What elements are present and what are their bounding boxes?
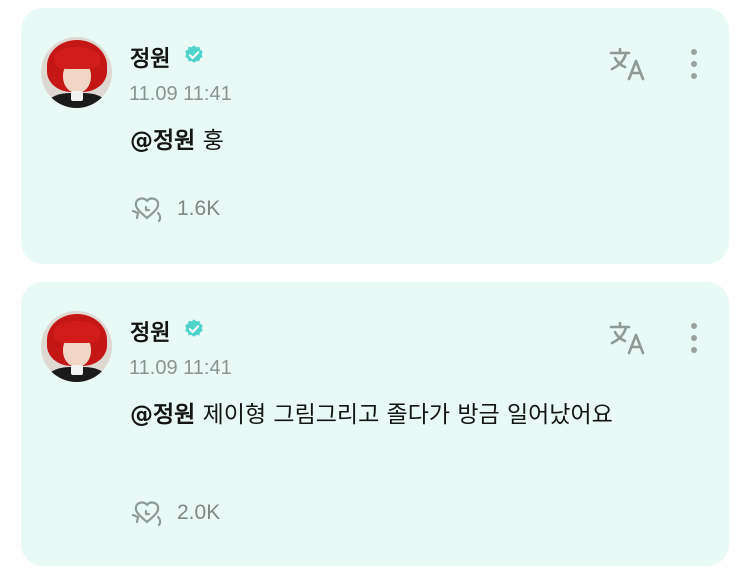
post-content: @정원 제이형 그림그리고 졸다가 방금 일어났어요 [130, 396, 710, 434]
avatar[interactable] [41, 37, 112, 108]
post-card[interactable]: 정원 11.09 11:41 @정원 훙 1.6K [21, 8, 729, 264]
translate-icon[interactable] [608, 46, 648, 82]
more-vertical-icon[interactable] [687, 320, 701, 356]
verified-badge-icon [185, 45, 203, 63]
post-text: 훙 [202, 128, 224, 154]
reaction-heart-icon[interactable] [130, 499, 164, 529]
author-name[interactable]: 정원 [130, 315, 170, 347]
verified-badge-icon [185, 319, 203, 337]
post-timestamp: 11.09 11:41 [129, 83, 232, 105]
reaction-heart-icon[interactable] [130, 195, 164, 225]
avatar[interactable] [41, 311, 112, 382]
translate-icon[interactable] [608, 320, 648, 356]
reaction-count: 1.6K [177, 197, 221, 220]
author-name[interactable]: 정원 [130, 41, 170, 73]
reaction-count: 2.0K [177, 501, 221, 524]
post-card[interactable]: 정원 11.09 11:41 @정원 제이형 그림그리고 졸다가 방금 일어났어… [21, 282, 729, 566]
mention-link[interactable]: @정원 [130, 402, 195, 428]
post-content: @정원 훙 [130, 122, 710, 160]
more-vertical-icon[interactable] [687, 46, 701, 82]
mention-link[interactable]: @정원 [130, 128, 195, 154]
post-text: 제이형 그림그리고 졸다가 방금 일어났어요 [202, 402, 613, 428]
post-timestamp: 11.09 11:41 [129, 357, 232, 379]
